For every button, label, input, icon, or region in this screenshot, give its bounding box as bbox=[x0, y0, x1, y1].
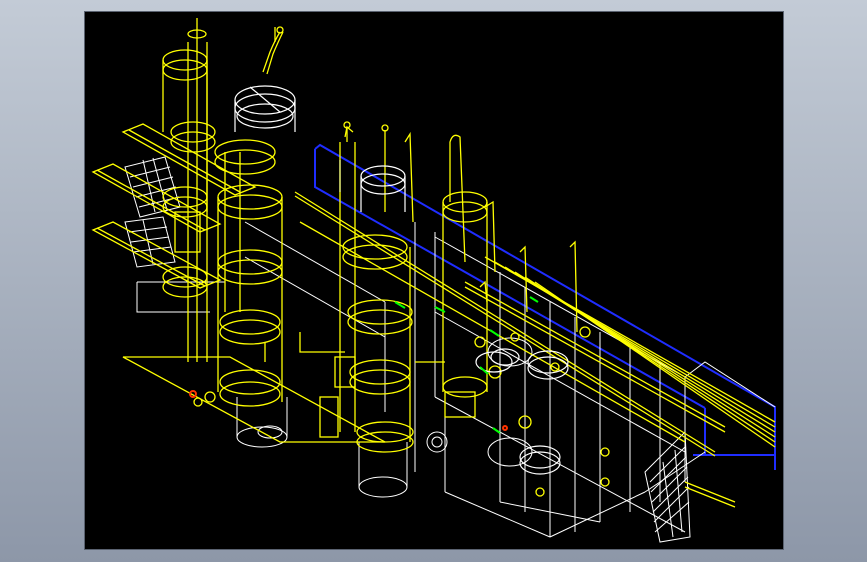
cad-window bbox=[0, 0, 867, 562]
drawing-viewport[interactable] bbox=[84, 11, 784, 550]
viewport-background bbox=[85, 12, 783, 549]
plant-wireframe-drawing bbox=[85, 12, 783, 549]
